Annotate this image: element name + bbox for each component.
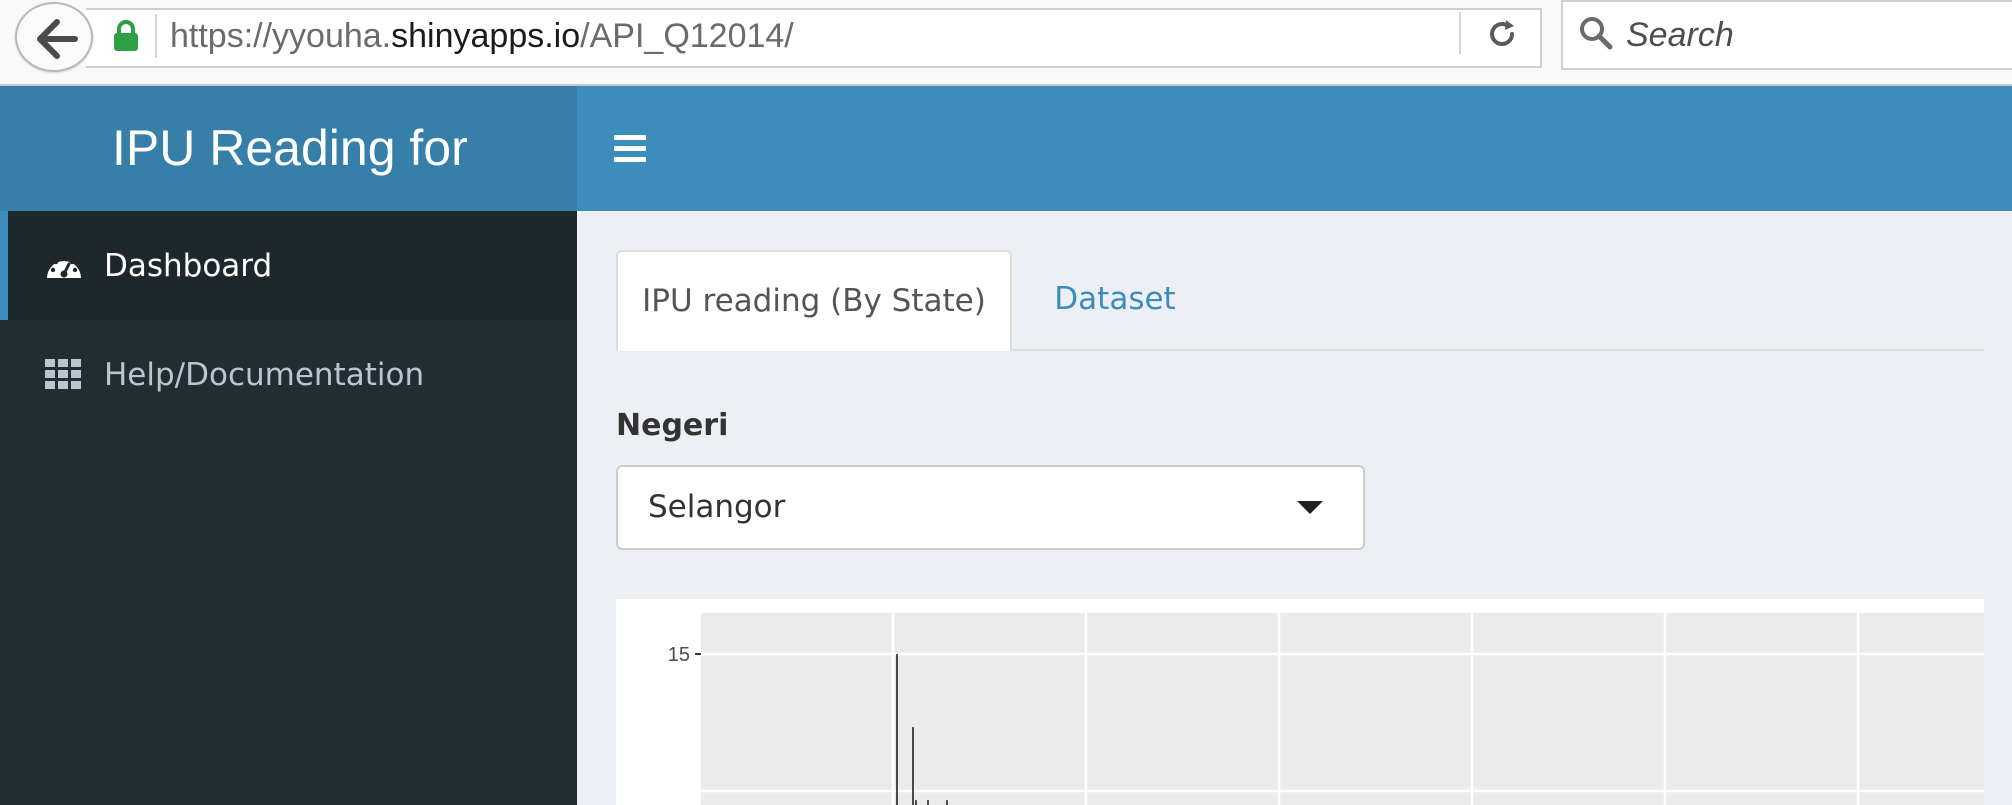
negeri-selected-value: Selangor	[648, 489, 786, 525]
dashboard-icon	[47, 255, 81, 278]
sidebar-item-help[interactable]: Help/Documentation	[0, 320, 577, 429]
ipu-chart-svg: 15	[668, 613, 1984, 805]
search-icon	[1580, 17, 1613, 50]
tab-ipu-reading-by-state[interactable]: IPU reading (By State)	[616, 250, 1012, 351]
y-tick-label: 15	[668, 644, 690, 666]
url-text[interactable]: https://yyouha.shinyapps.io/API_Q12014/	[170, 13, 794, 59]
caret-down-icon	[1297, 501, 1323, 514]
reload-icon[interactable]	[1484, 16, 1520, 52]
grid-icon	[45, 358, 81, 389]
sidebar-item-dashboard[interactable]: Dashboard	[0, 211, 577, 320]
negeri-select[interactable]: Selangor	[616, 465, 1365, 550]
ipu-chart: 15	[616, 599, 1984, 805]
lock-icon	[114, 20, 138, 51]
sidebar-item-label: Help/Documentation	[104, 356, 425, 393]
hamburger-menu-icon[interactable]	[614, 135, 646, 163]
app-title: IPU Reading for	[0, 86, 577, 211]
url-divider	[1459, 12, 1461, 54]
search-input[interactable]	[1626, 12, 2006, 58]
sidebar-item-label: Dashboard	[104, 247, 273, 284]
top-navbar	[577, 86, 2012, 211]
url-divider	[155, 14, 157, 58]
tab-dataset[interactable]: Dataset	[1040, 250, 1190, 349]
back-button[interactable]	[15, 2, 93, 72]
negeri-label: Negeri	[616, 408, 729, 443]
arrow-left-icon	[37, 19, 78, 59]
sidebar: Dashboard Help/Documentation	[0, 211, 577, 805]
